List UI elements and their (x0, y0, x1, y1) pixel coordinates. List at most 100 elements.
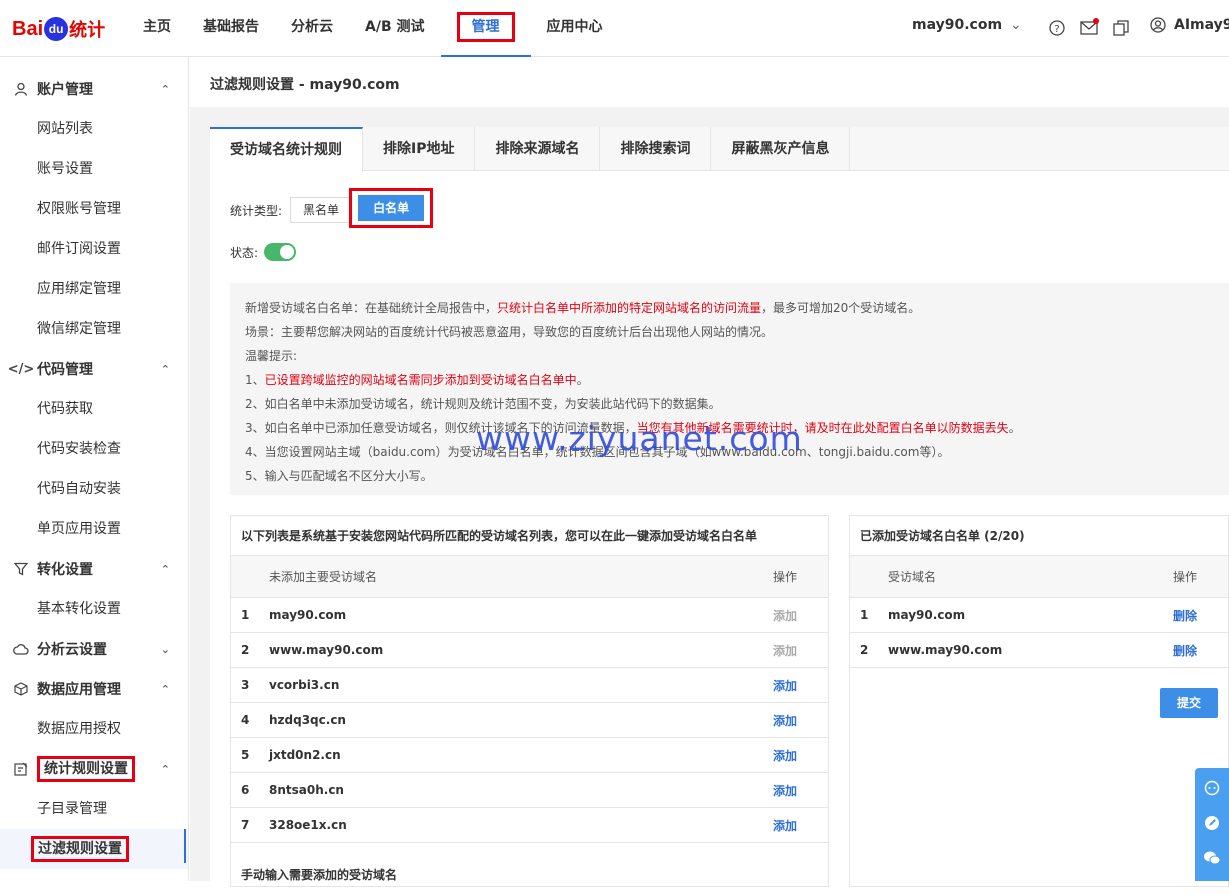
nav-app-center[interactable]: 应用中心 (531, 0, 619, 57)
tab-exclude-ip[interactable]: 排除IP地址 (363, 127, 476, 171)
user-menu[interactable]: AImay90 (1150, 17, 1229, 33)
sidebar-group-stat-rules[interactable]: 统计规则设置 ⌃ (0, 749, 188, 789)
logo-text-bai: Bai (12, 17, 44, 40)
delete-button[interactable]: 删除 (1173, 642, 1228, 659)
whitelist-table-title: 已添加受访域名白名单 (2/20) (850, 516, 1228, 556)
blacklist-button[interactable]: 黑名单 (290, 197, 353, 223)
add-button: 添加 (773, 608, 798, 623)
add-button[interactable]: 添加 (773, 712, 828, 729)
nav-ab-test[interactable]: A/B 测试 (349, 0, 441, 57)
whitelist-highlight: 白名单 (349, 188, 434, 228)
candidate-table-header: 未添加主要受访域名 操作 (231, 556, 828, 598)
toolbar-icons: ? (1047, 18, 1131, 38)
main-nav: 主页 基础报告 分析云 A/B 测试 管理 应用中心 (127, 0, 619, 57)
table-row: 5 jxtd0n2.cn 添加 (231, 738, 828, 773)
sidebar-item-mail-subscription[interactable]: 邮件订阅设置 (0, 229, 188, 269)
tab-block-gray-industry[interactable]: 屏蔽黑灰产信息 (711, 127, 851, 171)
tab-domain-rules[interactable]: 受访域名统计规则 (210, 127, 363, 172)
help-icon[interactable]: ? (1047, 18, 1067, 38)
add-button[interactable]: 添加 (773, 817, 828, 834)
sidebar-item-wechat-binding[interactable]: 微信绑定管理 (0, 309, 188, 349)
user-icon (12, 82, 30, 96)
settings-card: 受访域名统计规则 排除IP地址 排除来源域名 排除搜索词 屏蔽黑灰产信息 统计类… (210, 127, 1229, 887)
chevron-up-icon: ⌃ (160, 682, 170, 696)
sidebar-item-filter-rules[interactable]: 过滤规则设置 (0, 829, 188, 869)
mail-icon[interactable] (1079, 18, 1099, 38)
delete-button[interactable]: 删除 (1173, 607, 1228, 624)
user-avatar-icon (1150, 17, 1166, 33)
sidebar: 账户管理 ⌃ 网站列表 账号设置 权限账号管理 邮件订阅设置 应用绑定管理 微信… (0, 57, 189, 881)
customer-service-icon[interactable] (1204, 780, 1220, 800)
table-row: 6 8ntsa0h.cn 添加 (231, 773, 828, 808)
sidebar-item-get-code[interactable]: 代码获取 (0, 389, 188, 429)
stat-type-row: 统计类型: 黑名单 白名单 (230, 188, 434, 228)
status-label: 状态: (230, 245, 259, 260)
nav-home[interactable]: 主页 (127, 0, 187, 57)
nav-manage[interactable]: 管理 (440, 0, 531, 57)
wechat-icon[interactable] (1203, 850, 1221, 870)
sidebar-item-data-app-auth[interactable]: 数据应用授权 (0, 709, 188, 749)
copy-icon[interactable] (1111, 18, 1131, 38)
floating-toolbar (1195, 768, 1229, 881)
filter-icon (12, 562, 30, 576)
add-button[interactable]: 添加 (773, 782, 828, 799)
cube-icon (12, 682, 30, 696)
code-icon: </> (7, 361, 35, 377)
chevron-up-icon: ⌃ (160, 82, 170, 96)
sidebar-group-code[interactable]: </> 代码管理 ⌃ (0, 349, 188, 389)
feedback-icon[interactable] (1204, 815, 1220, 835)
table-row: 3 vcorbi3.cn 添加 (231, 668, 828, 703)
submit-button[interactable]: 提交 (1160, 688, 1218, 718)
sidebar-item-account-settings[interactable]: 账号设置 (0, 149, 188, 189)
add-button[interactable]: 添加 (773, 747, 828, 764)
sidebar-group-data-app[interactable]: 数据应用管理 ⌃ (0, 669, 188, 709)
table-row: 1 may90.com 删除 (850, 598, 1228, 633)
status-row: 状态: (230, 243, 297, 261)
chevron-up-icon: ⌃ (160, 762, 170, 776)
nav-basic-report[interactable]: 基础报告 (187, 0, 275, 57)
sidebar-item-subdir[interactable]: 子目录管理 (0, 789, 188, 829)
logo-text-tongji: 统计 (69, 20, 106, 40)
cloud-icon (12, 643, 30, 655)
rule-tabs: 受访域名统计规则 排除IP地址 排除来源域名 排除搜索词 屏蔽黑灰产信息 (210, 127, 1229, 172)
site-selector[interactable]: may90.com ⌄ (912, 17, 1022, 33)
sidebar-item-basic-conversion[interactable]: 基本转化设置 (0, 589, 188, 629)
whitelist-button[interactable]: 白名单 (358, 195, 425, 221)
tab-exclude-keywords[interactable]: 排除搜索词 (600, 127, 712, 171)
sidebar-group-account[interactable]: 账户管理 ⌃ (0, 69, 188, 109)
page-title: 过滤规则设置 - may90.com (190, 57, 1229, 107)
whitelist-table: 已添加受访域名白名单 (2/20) 受访域名 操作 1 may90.com 删除… (849, 515, 1229, 887)
table-row: 4 hzdq3qc.cn 添加 (231, 703, 828, 738)
add-button: 添加 (773, 643, 798, 658)
table-row: 2 www.may90.com 删除 (850, 633, 1228, 668)
add-button[interactable]: 添加 (773, 677, 828, 694)
edit-icon (12, 762, 30, 776)
site-selector-value: may90.com (912, 17, 1003, 33)
candidate-table-title: 以下列表是系统基于安装您网站代码所匹配的受访域名列表，您可以在此一键添加受访域名… (231, 516, 828, 556)
sidebar-item-auto-install[interactable]: 代码自动安装 (0, 469, 188, 509)
sidebar-item-site-list[interactable]: 网站列表 (0, 109, 188, 149)
sidebar-item-permission-accounts[interactable]: 权限账号管理 (0, 189, 188, 229)
top-bar: Bai du 统计 主页 基础报告 分析云 A/B 测试 管理 应用中心 may… (0, 0, 1229, 57)
status-toggle[interactable] (264, 243, 297, 261)
table-row: 7 328oe1x.cn 添加 (231, 808, 828, 843)
sidebar-group-conversion[interactable]: 转化设置 ⌃ (0, 549, 188, 589)
candidate-domain-table: 以下列表是系统基于安装您网站代码所匹配的受访域名列表，您可以在此一键添加受访域名… (230, 515, 829, 887)
nav-analysis-cloud[interactable]: 分析云 (275, 0, 349, 57)
stat-type-segment: 黑名单 白名单 (290, 188, 434, 228)
sidebar-group-analysis-cloud[interactable]: 分析云设置 ⌄ (0, 629, 188, 669)
chevron-down-icon: ⌄ (160, 642, 170, 656)
whitelist-table-header: 受访域名 操作 (850, 556, 1228, 598)
notification-dot (1093, 18, 1099, 24)
svg-text:?: ? (1054, 24, 1059, 35)
main-content: 过滤规则设置 - may90.com 受访域名统计规则 排除IP地址 排除来源域… (190, 57, 1229, 887)
baidu-tongji-logo[interactable]: Bai du 统计 (12, 14, 105, 44)
sidebar-item-spa-settings[interactable]: 单页应用设置 (0, 509, 188, 549)
user-name: AImay90 (1174, 17, 1229, 33)
sidebar-item-app-binding[interactable]: 应用绑定管理 (0, 269, 188, 309)
chevron-up-icon: ⌃ (160, 562, 170, 576)
sidebar-item-code-check[interactable]: 代码安装检查 (0, 429, 188, 469)
tab-exclude-referrer[interactable]: 排除来源域名 (475, 127, 601, 171)
manual-input-title: 手动输入需要添加的受访域名 (241, 868, 398, 882)
stat-type-label: 统计类型: (230, 203, 283, 218)
